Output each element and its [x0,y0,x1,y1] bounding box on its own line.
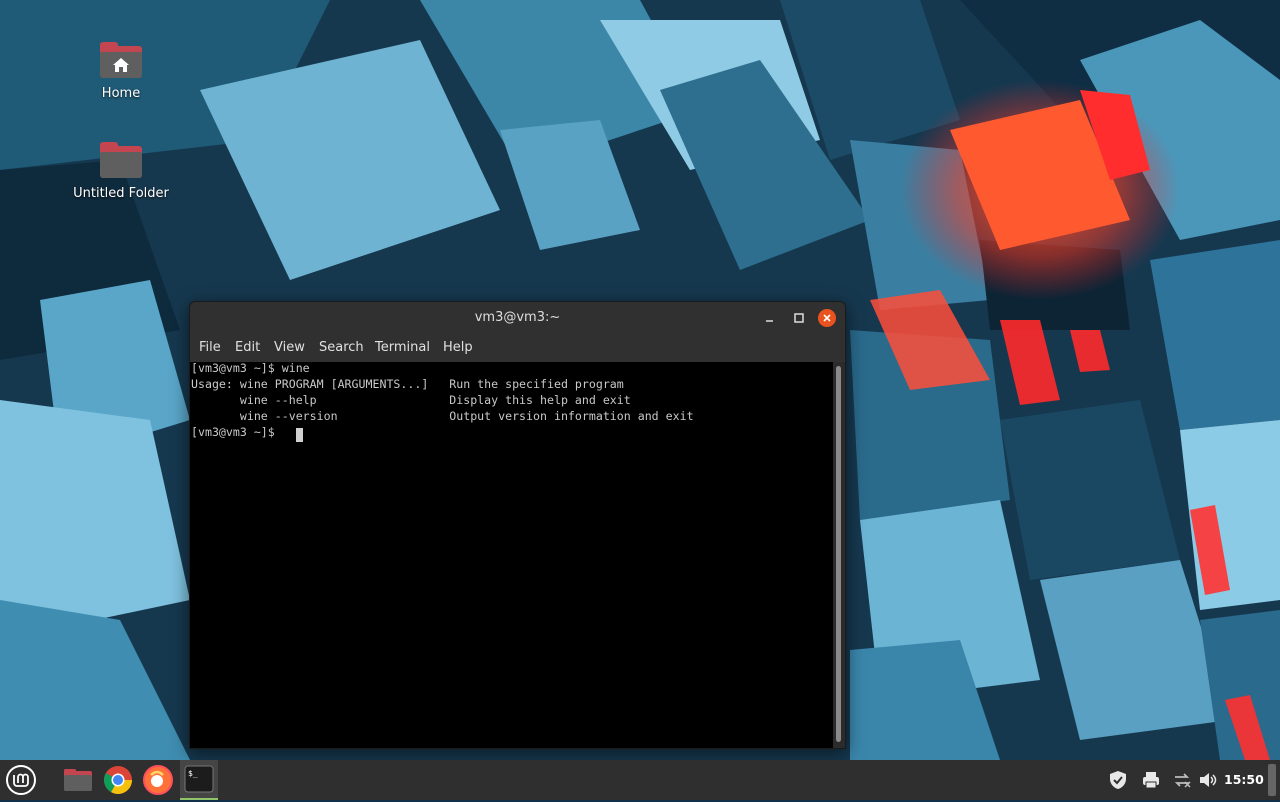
mint-menu-button[interactable] [4,763,38,797]
text-cursor [296,428,303,442]
files-icon [64,769,92,791]
clock[interactable]: 15:50 [1224,772,1264,787]
terminal-output[interactable]: [vm3@vm3 ~]$ wine Usage: wine PROGRAM [A… [190,361,833,748]
chrome-icon [104,766,132,794]
firefox-launcher[interactable] [141,763,175,797]
folder-icon [100,142,142,178]
scrollbar[interactable] [833,362,845,748]
desktop-icon-label: Home [101,86,141,101]
taskbar: $_ 15:50 [0,760,1280,800]
close-button[interactable] [818,309,836,327]
window-title: vm3@vm3:~ [474,310,561,325]
terminal-taskbar-button[interactable]: $_ [180,760,218,800]
terminal-line: wine --version Output version informatio… [191,409,694,423]
chrome-launcher[interactable] [101,763,135,797]
printer-icon [1143,772,1159,789]
minimize-icon [766,320,773,322]
minimize-button[interactable] [761,309,779,327]
mint-menu-icon [6,765,36,795]
network-tray[interactable] [1172,770,1192,790]
menu-terminal[interactable]: Terminal [375,340,430,355]
menu-search[interactable]: Search [319,340,364,355]
close-icon [823,314,831,322]
files-launcher[interactable] [61,763,95,797]
desktop-icon-home[interactable]: Home [66,42,176,101]
show-desktop-button[interactable] [1268,764,1276,796]
terminal-line: [vm3@vm3 ~]$ wine [191,361,310,375]
terminal-line: Usage: wine PROGRAM [ARGUMENTS...] Run t… [191,377,624,391]
terminal-icon: $_ [184,765,214,793]
home-folder-icon [100,42,142,78]
maximize-icon [794,313,804,323]
desktop-icon-untitled-folder[interactable]: Untitled Folder [66,142,176,201]
firefox-icon [143,765,173,795]
printer-tray[interactable] [1141,770,1161,790]
svg-text:$_: $_ [188,769,198,778]
scrollbar-thumb[interactable] [836,366,841,742]
menu-edit[interactable]: Edit [235,340,260,355]
menu-file[interactable]: File [199,340,221,355]
terminal-window[interactable]: vm3@vm3:~ File Edit View Search Terminal… [189,301,846,749]
terminal-line: wine --help Display this help and exit [191,393,631,407]
update-manager-tray[interactable] [1108,770,1128,790]
volume-icon [1200,773,1217,787]
network-icon [1174,773,1191,788]
menu-bar: File Edit View Search Terminal Help [190,334,845,362]
volume-tray[interactable] [1198,770,1218,790]
menu-view[interactable]: View [274,340,305,355]
maximize-button[interactable] [790,309,808,327]
window-titlebar[interactable]: vm3@vm3:~ [190,302,845,334]
menu-help[interactable]: Help [443,340,473,355]
terminal-prompt: [vm3@vm3 ~]$ [191,425,282,439]
shield-icon [1110,771,1126,789]
desktop-icon-label: Untitled Folder [73,186,169,201]
